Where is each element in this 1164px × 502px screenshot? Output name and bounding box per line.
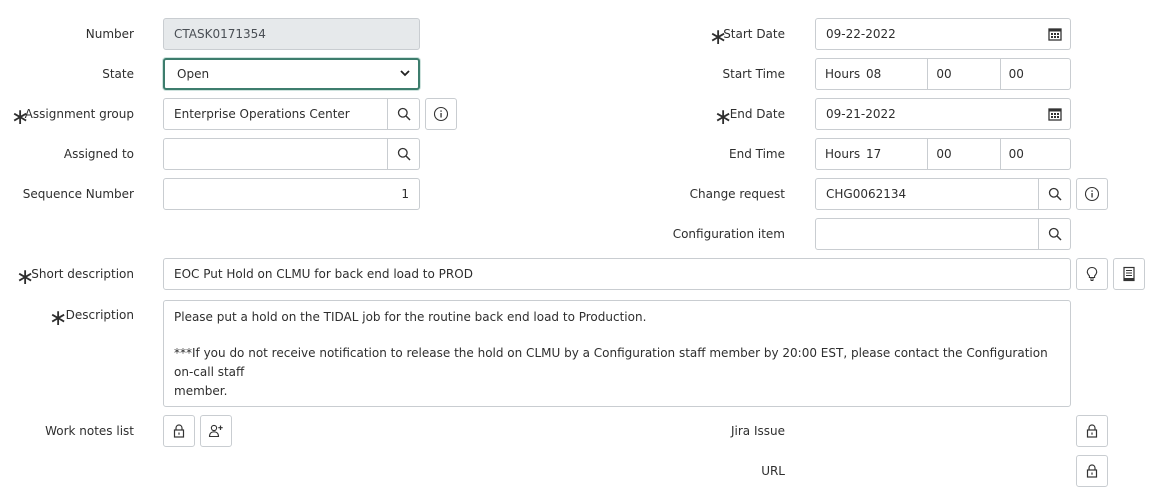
state-select[interactable]: Open (163, 58, 420, 90)
description-label: Description (65, 308, 134, 322)
start-time-hours[interactable]: 08 (866, 59, 927, 89)
configuration-item-lookup-button[interactable] (1039, 218, 1071, 250)
lock-icon (1086, 464, 1098, 478)
end-time-field[interactable]: Hours 17 00 00 (815, 138, 1071, 170)
search-icon (397, 107, 411, 121)
book-icon (1122, 266, 1136, 282)
assigned-to-lookup-button[interactable] (388, 138, 420, 170)
jira-issue-unlock-button[interactable] (1076, 415, 1108, 447)
search-icon (1048, 227, 1062, 241)
info-icon (1084, 186, 1100, 202)
short-description-field[interactable]: EOC Put Hold on CLMU for back end load t… (163, 258, 1071, 290)
change-request-field[interactable]: CHG0062134 (815, 178, 1039, 210)
start-time-field[interactable]: Hours 08 00 00 (815, 58, 1071, 90)
url-label: URL (761, 464, 785, 478)
number-field[interactable]: CTASK0171354 (163, 18, 420, 50)
configuration-item-label: Configuration item (672, 227, 785, 241)
assignment-group-lookup-button[interactable] (388, 98, 420, 130)
change-request-lookup-button[interactable] (1039, 178, 1071, 210)
number-label: Number (85, 27, 134, 41)
suggestion-button[interactable] (1076, 258, 1108, 290)
end-time-minutes[interactable]: 00 (927, 139, 999, 169)
add-user-icon (208, 424, 224, 438)
description-line: Please put a hold on the TIDAL job for t… (174, 310, 647, 324)
state-selected-value: Open (177, 67, 210, 81)
info-icon (433, 106, 449, 122)
end-date-label: End Date (729, 107, 785, 121)
search-icon (397, 147, 411, 161)
calendar-icon (1047, 27, 1062, 41)
work-notes-list-label: Work notes list (45, 424, 134, 438)
add-me-button[interactable] (200, 415, 232, 447)
end-time-hours[interactable]: 17 (866, 139, 927, 169)
end-time-label: End Time (729, 147, 785, 161)
start-date-label: Start Date (723, 27, 785, 41)
description-textarea[interactable]: Please put a hold on the TIDAL job for t… (163, 300, 1071, 407)
calendar-icon (1047, 107, 1062, 121)
description-line: member. (174, 384, 228, 398)
lightbulb-icon (1085, 266, 1099, 282)
work-notes-unlock-button[interactable] (163, 415, 195, 447)
end-date-calendar-button[interactable] (1039, 98, 1071, 130)
hours-label: Hours (825, 147, 861, 161)
short-description-label: Short description (31, 267, 134, 281)
state-label: State (102, 67, 134, 81)
assigned-to-field[interactable] (163, 138, 388, 170)
lock-icon (1086, 424, 1098, 438)
sequence-number-field[interactable]: 1 (163, 178, 420, 210)
search-icon (1048, 187, 1062, 201)
start-date-field[interactable]: 09-22-2022 (815, 18, 1040, 50)
end-date-field[interactable]: 09-21-2022 (815, 98, 1040, 130)
start-time-seconds[interactable]: 00 (999, 59, 1070, 89)
configuration-item-field[interactable] (815, 218, 1039, 250)
url-unlock-button[interactable] (1076, 455, 1108, 487)
jira-issue-label: Jira Issue (730, 424, 785, 438)
change-request-label: Change request (689, 187, 785, 201)
end-time-seconds[interactable]: 00 (999, 139, 1070, 169)
assignment-group-label: Assignment group (24, 107, 134, 121)
sequence-number-label: Sequence Number (22, 187, 134, 201)
knowledge-button[interactable] (1113, 258, 1145, 290)
assignment-group-info-button[interactable] (425, 98, 457, 130)
start-date-calendar-button[interactable] (1039, 18, 1071, 50)
start-time-label: Start Time (722, 67, 786, 81)
lock-icon (173, 424, 185, 438)
description-line: ***If you do not receive notification to… (174, 346, 1048, 379)
change-request-info-button[interactable] (1076, 178, 1108, 210)
hours-label: Hours (825, 67, 861, 81)
chevron-down-icon (400, 68, 410, 78)
start-time-minutes[interactable]: 00 (927, 59, 999, 89)
assigned-to-label: Assigned to (63, 147, 134, 161)
assignment-group-field[interactable]: Enterprise Operations Center (163, 98, 388, 130)
